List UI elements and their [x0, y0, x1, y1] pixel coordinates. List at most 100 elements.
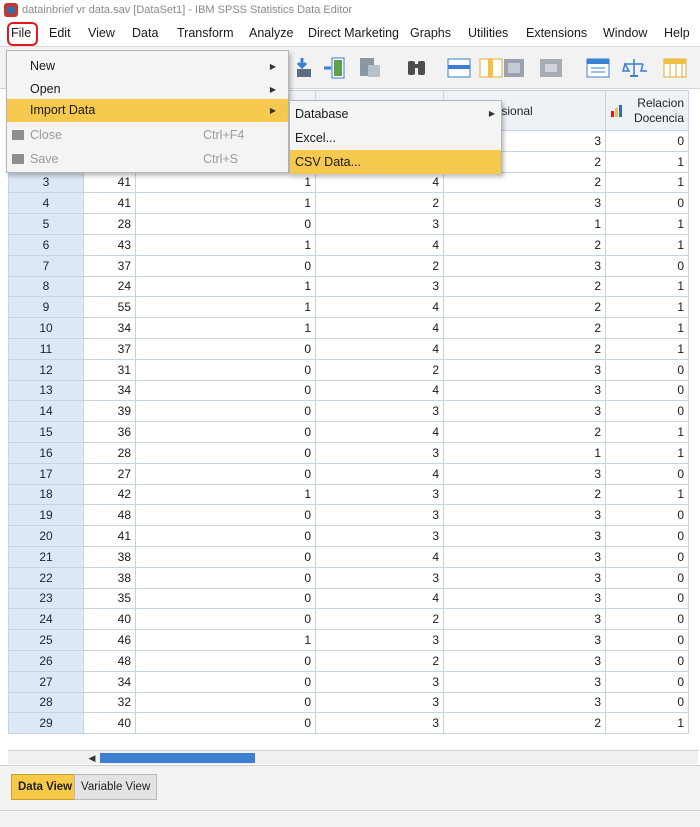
table-cell[interactable]: 0	[135, 400, 316, 423]
insert-variable-icon[interactable]	[478, 55, 504, 81]
select-cases-icon[interactable]	[585, 55, 611, 81]
row-number[interactable]: 22	[8, 566, 84, 589]
table-cell[interactable]: 4	[315, 171, 444, 194]
table-cell[interactable]: 2	[443, 233, 606, 256]
table-cell[interactable]: 4	[315, 233, 444, 256]
row-number[interactable]: 12	[8, 358, 84, 381]
row-number[interactable]: 28	[8, 691, 84, 714]
table-cell[interactable]: 3	[443, 358, 606, 381]
table-cell[interactable]: 1	[605, 712, 689, 735]
table-cell[interactable]: 0	[605, 379, 689, 402]
table-cell[interactable]: 0	[605, 691, 689, 714]
table-cell[interactable]: 1	[605, 421, 689, 443]
table-cell[interactable]: 1	[605, 213, 689, 235]
table-cell[interactable]: 38	[83, 566, 136, 589]
table-cell[interactable]: 0	[135, 213, 316, 235]
file-menu-item-new[interactable]: New ▶	[7, 55, 288, 78]
table-cell[interactable]: 0	[135, 649, 316, 672]
variables-icon[interactable]	[358, 55, 384, 81]
table-cell[interactable]: 4	[315, 379, 444, 402]
table-cell[interactable]: 48	[83, 504, 136, 527]
table-cell[interactable]: 3	[443, 254, 606, 277]
table-cell[interactable]: 0	[135, 670, 316, 693]
table-cell[interactable]: 0	[135, 566, 316, 589]
table-cell[interactable]: 2	[443, 483, 606, 506]
row-number[interactable]: 20	[8, 525, 84, 547]
file-menu-item-close[interactable]: Close Ctrl+F4	[7, 124, 288, 147]
row-number[interactable]: 18	[8, 483, 84, 506]
table-cell[interactable]: 1	[605, 296, 689, 319]
table-cell[interactable]: 0	[605, 525, 689, 547]
table-cell[interactable]: 0	[605, 608, 689, 631]
table-cell[interactable]: 55	[83, 296, 136, 319]
column-header-relacion-docencia[interactable]: Relacion Docencia	[605, 90, 689, 131]
table-cell[interactable]: 2	[315, 358, 444, 381]
table-cell[interactable]: 0	[605, 504, 689, 527]
table-cell[interactable]: 0	[605, 587, 689, 610]
table-cell[interactable]: 3	[315, 400, 444, 423]
table-cell[interactable]: 27	[83, 462, 136, 485]
menu-utilities[interactable]: Utilities	[468, 21, 508, 47]
goto-case-icon[interactable]	[294, 55, 320, 81]
table-cell[interactable]: 3	[443, 462, 606, 485]
menu-direct-marketing[interactable]: Direct Marketing	[308, 21, 399, 47]
table-cell[interactable]: 4	[315, 337, 444, 360]
table-cell[interactable]: 28	[83, 213, 136, 235]
file-menu-item-import-data[interactable]: Import Data ▶	[7, 99, 288, 122]
table-cell[interactable]: 0	[605, 566, 689, 589]
menu-help[interactable]: Help	[664, 21, 690, 47]
menu-transform[interactable]: Transform	[177, 21, 234, 47]
menu-analyze[interactable]: Analyze	[249, 21, 293, 47]
table-cell[interactable]: 40	[83, 712, 136, 735]
table-cell[interactable]: 0	[135, 587, 316, 610]
row-number[interactable]: 15	[8, 421, 84, 443]
row-number[interactable]: 26	[8, 649, 84, 672]
table-cell[interactable]: 3	[443, 504, 606, 527]
menu-extensions[interactable]: Extensions	[526, 21, 587, 47]
value-labels-icon[interactable]	[621, 55, 647, 81]
table-cell[interactable]: 38	[83, 545, 136, 568]
table-cell[interactable]: 3	[443, 525, 606, 547]
row-number[interactable]: 25	[8, 629, 84, 651]
table-cell[interactable]: 42	[83, 483, 136, 506]
table-cell[interactable]: 34	[83, 670, 136, 693]
row-number[interactable]: 7	[8, 254, 84, 277]
table-cell[interactable]: 3	[443, 400, 606, 423]
table-cell[interactable]: 1	[605, 150, 689, 173]
table-cell[interactable]: 40	[83, 608, 136, 631]
table-cell[interactable]: 2	[443, 171, 606, 194]
weight-cases-icon[interactable]	[538, 55, 564, 81]
table-cell[interactable]: 4	[315, 545, 444, 568]
table-cell[interactable]: 2	[315, 254, 444, 277]
tab-data-view[interactable]: Data View	[11, 774, 80, 800]
menu-window[interactable]: Window	[603, 21, 647, 47]
row-number[interactable]: 14	[8, 400, 84, 423]
table-cell[interactable]: 34	[83, 317, 136, 339]
table-cell[interactable]: 1	[135, 192, 316, 215]
table-cell[interactable]: 0	[135, 337, 316, 360]
table-cell[interactable]: 0	[605, 400, 689, 423]
row-number[interactable]: 23	[8, 587, 84, 610]
row-number[interactable]: 27	[8, 670, 84, 693]
use-variable-sets-icon[interactable]	[662, 55, 688, 81]
table-cell[interactable]: 3	[315, 213, 444, 235]
table-cell[interactable]: 1	[605, 483, 689, 506]
table-cell[interactable]: 41	[83, 192, 136, 215]
table-cell[interactable]: 3	[315, 670, 444, 693]
table-cell[interactable]: 3	[443, 629, 606, 651]
table-cell[interactable]: 4	[315, 462, 444, 485]
horizontal-scrollbar[interactable]: ◀	[8, 750, 698, 764]
table-cell[interactable]: 41	[83, 171, 136, 194]
table-cell[interactable]: 0	[135, 545, 316, 568]
table-cell[interactable]: 0	[135, 691, 316, 714]
table-cell[interactable]: 1	[605, 317, 689, 339]
table-cell[interactable]: 1	[443, 441, 606, 464]
table-cell[interactable]: 24	[83, 275, 136, 298]
table-cell[interactable]: 3	[443, 566, 606, 589]
table-cell[interactable]: 0	[135, 608, 316, 631]
table-cell[interactable]: 1	[135, 629, 316, 651]
table-cell[interactable]: 3	[443, 587, 606, 610]
table-cell[interactable]: 4	[315, 317, 444, 339]
table-cell[interactable]: 2	[443, 296, 606, 319]
table-cell[interactable]: 3	[443, 670, 606, 693]
